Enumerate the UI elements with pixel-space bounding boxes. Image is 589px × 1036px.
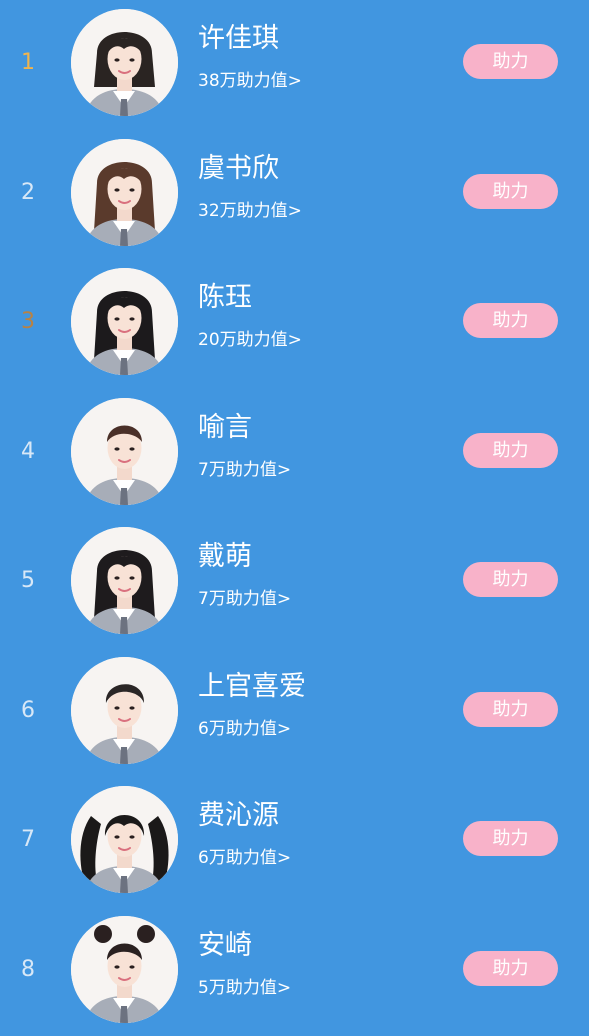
rank-number: 3 xyxy=(0,309,56,335)
boost-button[interactable]: 助力 xyxy=(463,562,558,597)
rank-number: 1 xyxy=(0,50,56,76)
portrait-icon xyxy=(71,9,178,116)
boost-button[interactable]: 助力 xyxy=(463,433,558,468)
boost-button[interactable]: 助力 xyxy=(463,951,558,986)
member-name[interactable]: 许佳琪 xyxy=(198,22,279,56)
rank-number: 4 xyxy=(0,439,56,465)
portrait-icon xyxy=(71,398,178,505)
member-avatar[interactable] xyxy=(71,916,178,1023)
portrait-icon xyxy=(71,786,178,893)
rank-number: 8 xyxy=(0,957,56,983)
member-avatar[interactable] xyxy=(71,268,178,375)
member-avatar[interactable] xyxy=(71,398,178,505)
boost-value-link[interactable]: 20万助力值> xyxy=(198,329,302,351)
boost-button[interactable]: 助力 xyxy=(463,692,558,727)
portrait-icon xyxy=(71,657,178,764)
boost-value-link[interactable]: 7万助力值> xyxy=(198,588,291,610)
portrait-icon xyxy=(71,139,178,246)
member-name[interactable]: 虞书欣 xyxy=(198,152,279,186)
ranking-row-7[interactable]: 7 费沁源 6万助力值> 助力 xyxy=(0,777,589,907)
ranking-row-8[interactable]: 8 安崎 5万助力值> 助力 xyxy=(0,907,589,1036)
boost-value-link[interactable]: 6万助力值> xyxy=(198,718,291,740)
boost-value-link[interactable]: 7万助力值> xyxy=(198,459,291,481)
boost-button[interactable]: 助力 xyxy=(463,821,558,856)
member-name[interactable]: 上官喜爱 xyxy=(198,670,306,704)
boost-value-link[interactable]: 38万助力值> xyxy=(198,70,302,92)
member-avatar[interactable] xyxy=(71,527,178,634)
ranking-row-5[interactable]: 5 戴萌 7万助力值> 助力 xyxy=(0,518,589,648)
ranking-row-2[interactable]: 2 虞书欣 32万助力值> 助力 xyxy=(0,130,589,260)
boost-button[interactable]: 助力 xyxy=(463,44,558,79)
ranking-row-1[interactable]: 1 许佳琪 38万助力值> 助力 xyxy=(0,0,589,130)
rank-number: 2 xyxy=(0,180,56,206)
member-name[interactable]: 费沁源 xyxy=(198,799,279,833)
ranking-row-3[interactable]: 3 陈珏 20万助力值> 助力 xyxy=(0,259,589,389)
portrait-icon xyxy=(71,527,178,634)
member-avatar[interactable] xyxy=(71,139,178,246)
member-avatar[interactable] xyxy=(71,9,178,116)
boost-button[interactable]: 助力 xyxy=(463,303,558,338)
member-name[interactable]: 喻言 xyxy=(198,411,252,445)
ranking-row-4[interactable]: 4 喻言 7万助力值> 助力 xyxy=(0,389,589,519)
member-name[interactable]: 陈珏 xyxy=(198,281,252,315)
member-avatar[interactable] xyxy=(71,786,178,893)
boost-value-link[interactable]: 5万助力值> xyxy=(198,977,291,999)
member-name[interactable]: 戴萌 xyxy=(198,540,252,574)
rank-number: 7 xyxy=(0,827,56,853)
boost-value-link[interactable]: 32万助力值> xyxy=(198,200,302,222)
boost-value-link[interactable]: 6万助力值> xyxy=(198,847,291,869)
ranking-row-6[interactable]: 6 上官喜爱 6万助力值> 助力 xyxy=(0,648,589,778)
portrait-icon xyxy=(71,268,178,375)
rank-number: 6 xyxy=(0,698,56,724)
portrait-icon xyxy=(71,916,178,1023)
member-avatar[interactable] xyxy=(71,657,178,764)
ranking-list: 1 许佳琪 38万助力值> 助力 2 虞书欣 32万助力值> 助力 3 陈珏 2… xyxy=(0,0,589,1000)
rank-number: 5 xyxy=(0,568,56,594)
member-name[interactable]: 安崎 xyxy=(198,929,252,963)
boost-button[interactable]: 助力 xyxy=(463,174,558,209)
